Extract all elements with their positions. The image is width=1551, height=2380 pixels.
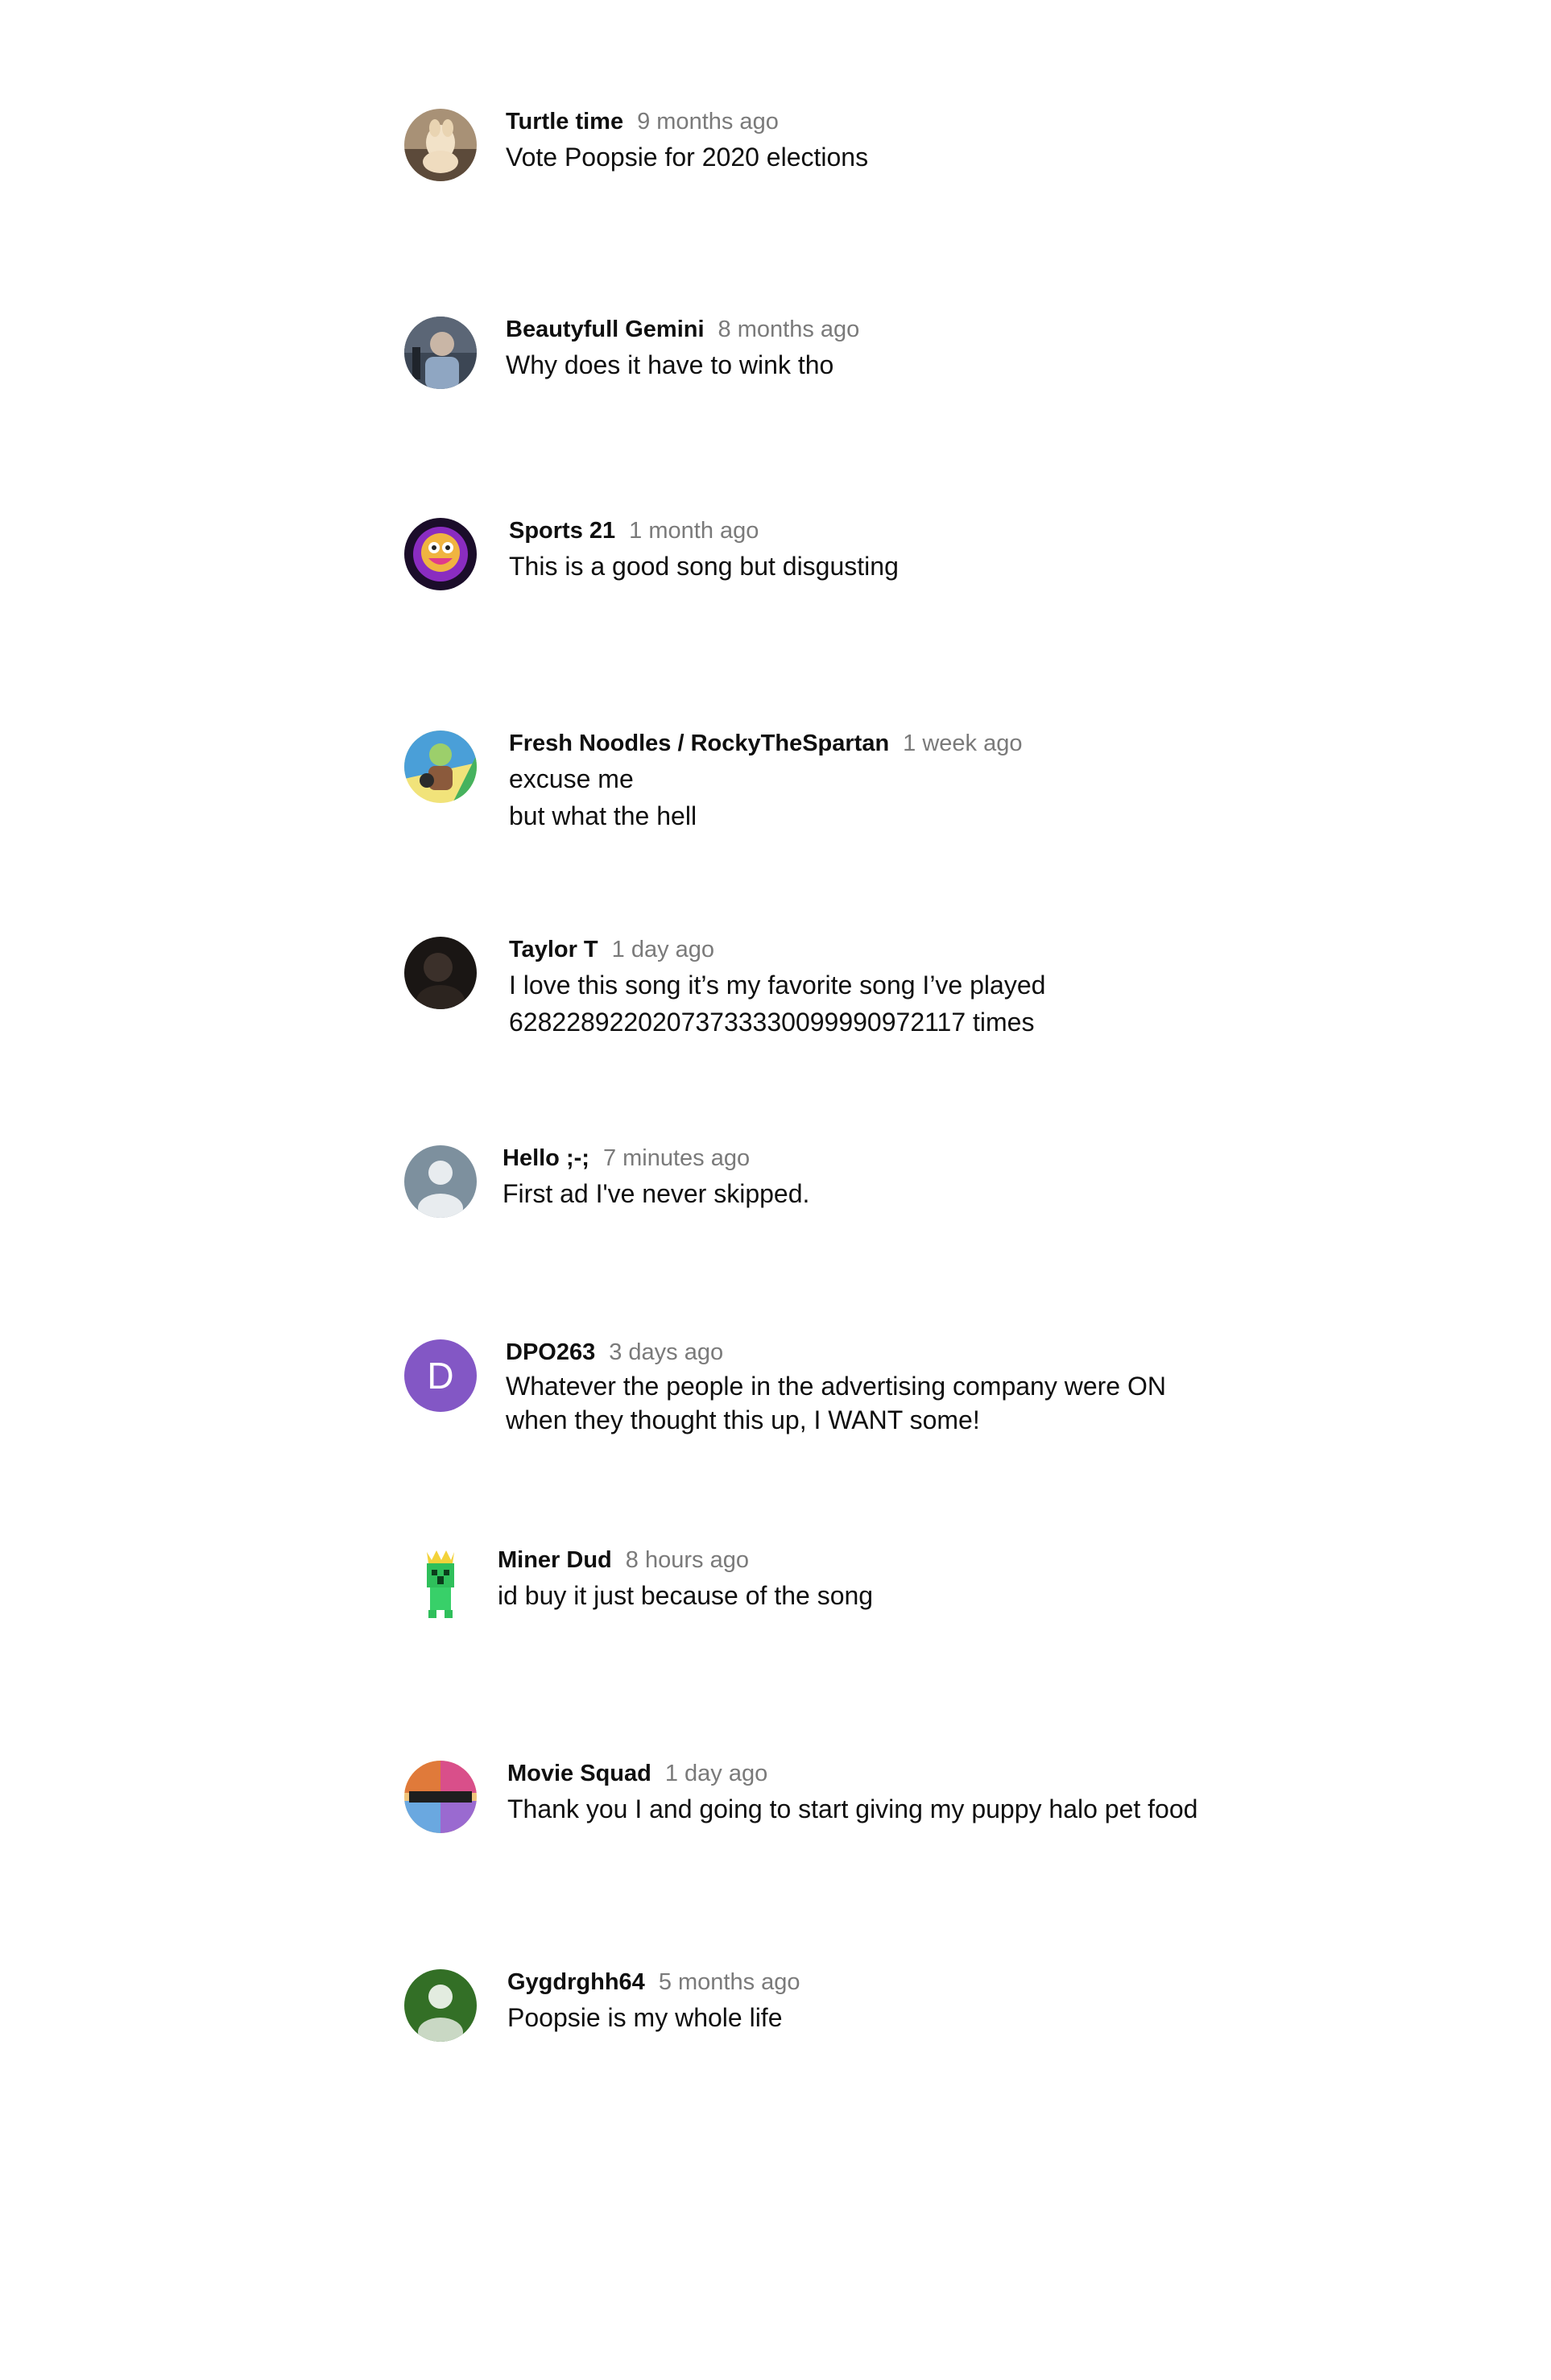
- comment-timestamp[interactable]: 1 week ago: [903, 731, 1022, 757]
- comment-author[interactable]: Turtle time: [506, 109, 623, 135]
- comment-body: Gygdrghh64 5 months ago Poopsie is my wh…: [507, 1969, 800, 2036]
- collage-avatar-icon[interactable]: [404, 1761, 477, 1833]
- comment-author[interactable]: Fresh Noodles / RockyTheSpartan: [509, 731, 889, 757]
- comment-item: D DPO263 3 days ago Whatever the people …: [404, 1339, 1166, 1437]
- comment-meta: Beautyfull Gemini 8 months ago: [506, 317, 859, 343]
- comment-item: Fresh Noodles / RockyTheSpartan 1 week a…: [404, 731, 1023, 834]
- comment-item: Miner Dud 8 hours ago id buy it just bec…: [404, 1547, 873, 1620]
- avatar-letter: D: [427, 1355, 454, 1397]
- comment-timestamp[interactable]: 1 day ago: [612, 937, 714, 963]
- comment-author[interactable]: Sports 21: [509, 518, 615, 544]
- comment-text: Thank you I and going to start giving my…: [507, 1794, 1198, 1823]
- emoji-face-avatar-icon[interactable]: [404, 518, 477, 590]
- comment-meta: Fresh Noodles / RockyTheSpartan 1 week a…: [509, 731, 1023, 757]
- pixel-creeper-avatar-icon[interactable]: [404, 1547, 477, 1620]
- comment-timestamp[interactable]: 1 month ago: [629, 518, 759, 544]
- comment-meta: Turtle time 9 months ago: [506, 109, 868, 135]
- letter-avatar-icon[interactable]: D: [404, 1339, 477, 1412]
- comment-meta: Sports 21 1 month ago: [509, 518, 899, 544]
- comment-timestamp[interactable]: 3 days ago: [609, 1339, 723, 1366]
- default-user-avatar-icon[interactable]: [404, 1145, 477, 1218]
- comment-timestamp[interactable]: 8 hours ago: [626, 1547, 749, 1574]
- cartoon-avatar-icon[interactable]: [404, 731, 477, 803]
- comment-author[interactable]: Miner Dud: [498, 1547, 612, 1574]
- comment-text: Poopsie is my whole life: [507, 2003, 783, 2032]
- comment-body: DPO263 3 days ago Whatever the people in…: [506, 1339, 1166, 1437]
- dark-photo-avatar-icon[interactable]: [404, 937, 477, 1009]
- comment-author[interactable]: Taylor T: [509, 937, 598, 963]
- default-user-avatar-icon[interactable]: [404, 1969, 477, 2042]
- comment-body: Sports 21 1 month ago This is a good son…: [509, 518, 899, 585]
- comment-body: Movie Squad 1 day ago Thank you I and go…: [507, 1761, 1197, 1827]
- comment-text: Vote Poopsie for 2020 elections: [506, 143, 869, 172]
- comment-meta: Gygdrghh64 5 months ago: [507, 1969, 800, 1996]
- comment-meta: Miner Dud 8 hours ago: [498, 1547, 873, 1574]
- comment-timestamp[interactable]: 1 day ago: [665, 1761, 767, 1787]
- comment-meta: DPO263 3 days ago: [506, 1339, 1166, 1366]
- comment-text: Whatever the people in the advertising c…: [506, 1372, 1166, 1434]
- comment-body: Fresh Noodles / RockyTheSpartan 1 week a…: [509, 731, 1023, 834]
- comment-text: This is a good song but disgusting: [509, 552, 899, 581]
- comment-body: Miner Dud 8 hours ago id buy it just bec…: [498, 1547, 873, 1614]
- comment-item: Taylor T 1 day ago I love this song it’s…: [404, 937, 1045, 1041]
- comment-item: Sports 21 1 month ago This is a good son…: [404, 518, 899, 590]
- comment-body: Turtle time 9 months ago Vote Poopsie fo…: [506, 109, 868, 176]
- comment-item: Turtle time 9 months ago Vote Poopsie fo…: [404, 109, 868, 181]
- comment-timestamp[interactable]: 5 months ago: [659, 1969, 800, 1996]
- comment-author[interactable]: Beautyfull Gemini: [506, 317, 705, 343]
- comment-timestamp[interactable]: 8 months ago: [718, 317, 860, 343]
- photo-avatar-person-icon[interactable]: [404, 317, 477, 389]
- comment-body: Taylor T 1 day ago I love this song it’s…: [509, 937, 1045, 1041]
- comment-author[interactable]: Movie Squad: [507, 1761, 651, 1787]
- comment-item: Gygdrghh64 5 months ago Poopsie is my wh…: [404, 1969, 800, 2042]
- comment-timestamp[interactable]: 7 minutes ago: [603, 1145, 750, 1172]
- comment-text: Why does it have to wink tho: [506, 350, 834, 379]
- photo-avatar-dog-icon[interactable]: [404, 109, 477, 181]
- comment-text: First ad I've never skipped.: [503, 1179, 810, 1208]
- comment-body: Beautyfull Gemini 8 months ago Why does …: [506, 317, 859, 383]
- comment-author[interactable]: DPO263: [506, 1339, 595, 1366]
- comment-text: id buy it just because of the song: [498, 1581, 874, 1610]
- comment-body: Hello ;-; 7 minutes ago First ad I've ne…: [503, 1145, 809, 1212]
- comment-author[interactable]: Hello ;-;: [503, 1145, 589, 1172]
- comment-text: I love this song it’s my favorite song I…: [509, 971, 1046, 1037]
- comment-text: excuse me but what the hell: [509, 764, 697, 830]
- comment-item: Movie Squad 1 day ago Thank you I and go…: [404, 1761, 1197, 1833]
- comment-meta: Movie Squad 1 day ago: [507, 1761, 1197, 1787]
- comment-item: Beautyfull Gemini 8 months ago Why does …: [404, 317, 859, 389]
- comment-timestamp[interactable]: 9 months ago: [637, 109, 779, 135]
- comment-author[interactable]: Gygdrghh64: [507, 1969, 645, 1996]
- comment-item: Hello ;-; 7 minutes ago First ad I've ne…: [404, 1145, 809, 1218]
- comment-meta: Taylor T 1 day ago: [509, 937, 1045, 963]
- comment-meta: Hello ;-; 7 minutes ago: [503, 1145, 809, 1172]
